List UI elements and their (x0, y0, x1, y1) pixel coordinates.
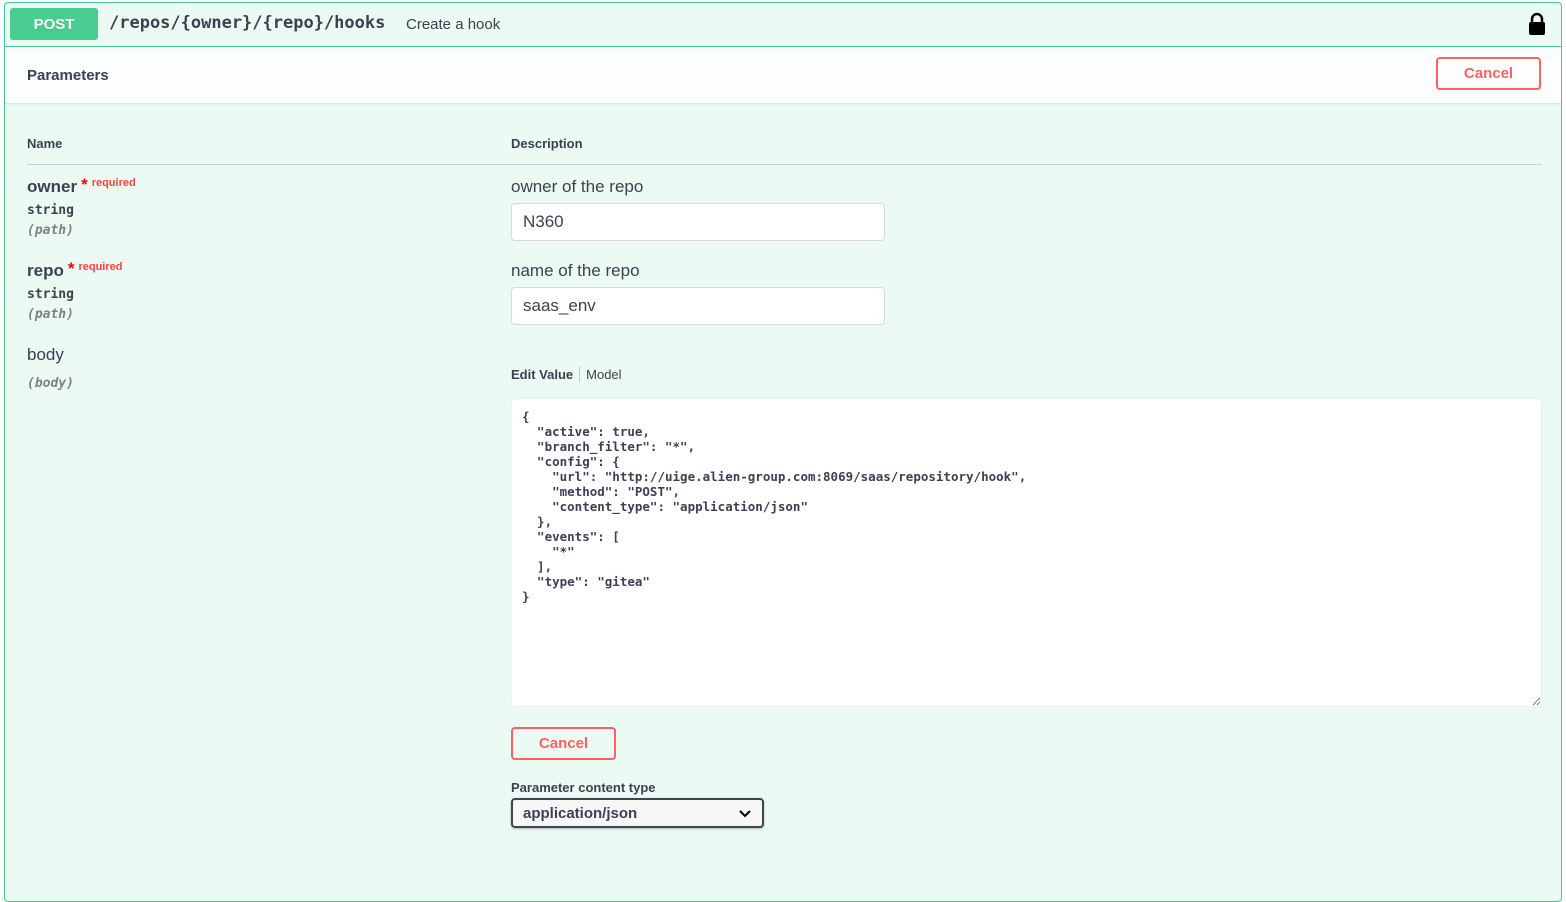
operation-summary[interactable]: POST /repos/{owner}/{repo}/hooks Create … (5, 3, 1561, 47)
param-in-owner: (path) (27, 223, 74, 238)
param-type-repo: string (27, 287, 74, 302)
body-cancel-button[interactable]: Cancel (511, 727, 616, 760)
column-header-name: Name (27, 136, 63, 151)
header-divider (27, 164, 1542, 165)
tab-model[interactable]: Model (579, 367, 627, 382)
column-header-description: Description (511, 136, 583, 151)
cancel-button[interactable]: Cancel (1436, 57, 1541, 90)
param-name-text: repo (27, 261, 64, 280)
endpoint-path: /repos/{owner}/{repo}/hooks (109, 13, 386, 33)
lock-icon[interactable] (1527, 12, 1547, 36)
required-star: * (67, 259, 75, 278)
endpoint-description: Create a hook (406, 16, 501, 33)
method-badge: POST (10, 8, 98, 40)
required-label: required (78, 261, 123, 273)
operation-block: POST /repos/{owner}/{repo}/hooks Create … (4, 2, 1562, 902)
param-desc-owner: owner of the repo (511, 177, 644, 196)
content-type-value: application/json (523, 804, 638, 822)
tab-edit-value[interactable]: Edit Value (511, 367, 579, 382)
param-in-body: (body) (27, 376, 74, 391)
param-in-repo: (path) (27, 307, 74, 322)
content-type-label: Parameter content type (511, 780, 656, 795)
owner-input[interactable] (511, 203, 885, 241)
content-type-select[interactable]: application/json (511, 798, 764, 828)
param-desc-repo: name of the repo (511, 261, 640, 280)
param-name-repo: repo * required (27, 259, 123, 281)
param-name-text: owner (27, 177, 78, 196)
parameters-header: Parameters Cancel (5, 47, 1561, 103)
param-name-body: body (27, 345, 64, 364)
parameters-title: Parameters (27, 67, 109, 84)
body-editor[interactable]: { "active": true, "branch_filter": "*", … (511, 398, 1542, 707)
param-type-owner: string (27, 203, 74, 218)
body-tabs: Edit Value Model (511, 367, 628, 382)
chevron-down-icon (739, 810, 751, 818)
required-label: required (91, 177, 136, 189)
repo-input[interactable] (511, 287, 885, 325)
required-star: * (81, 175, 88, 194)
param-name-owner: owner * required (27, 175, 136, 197)
